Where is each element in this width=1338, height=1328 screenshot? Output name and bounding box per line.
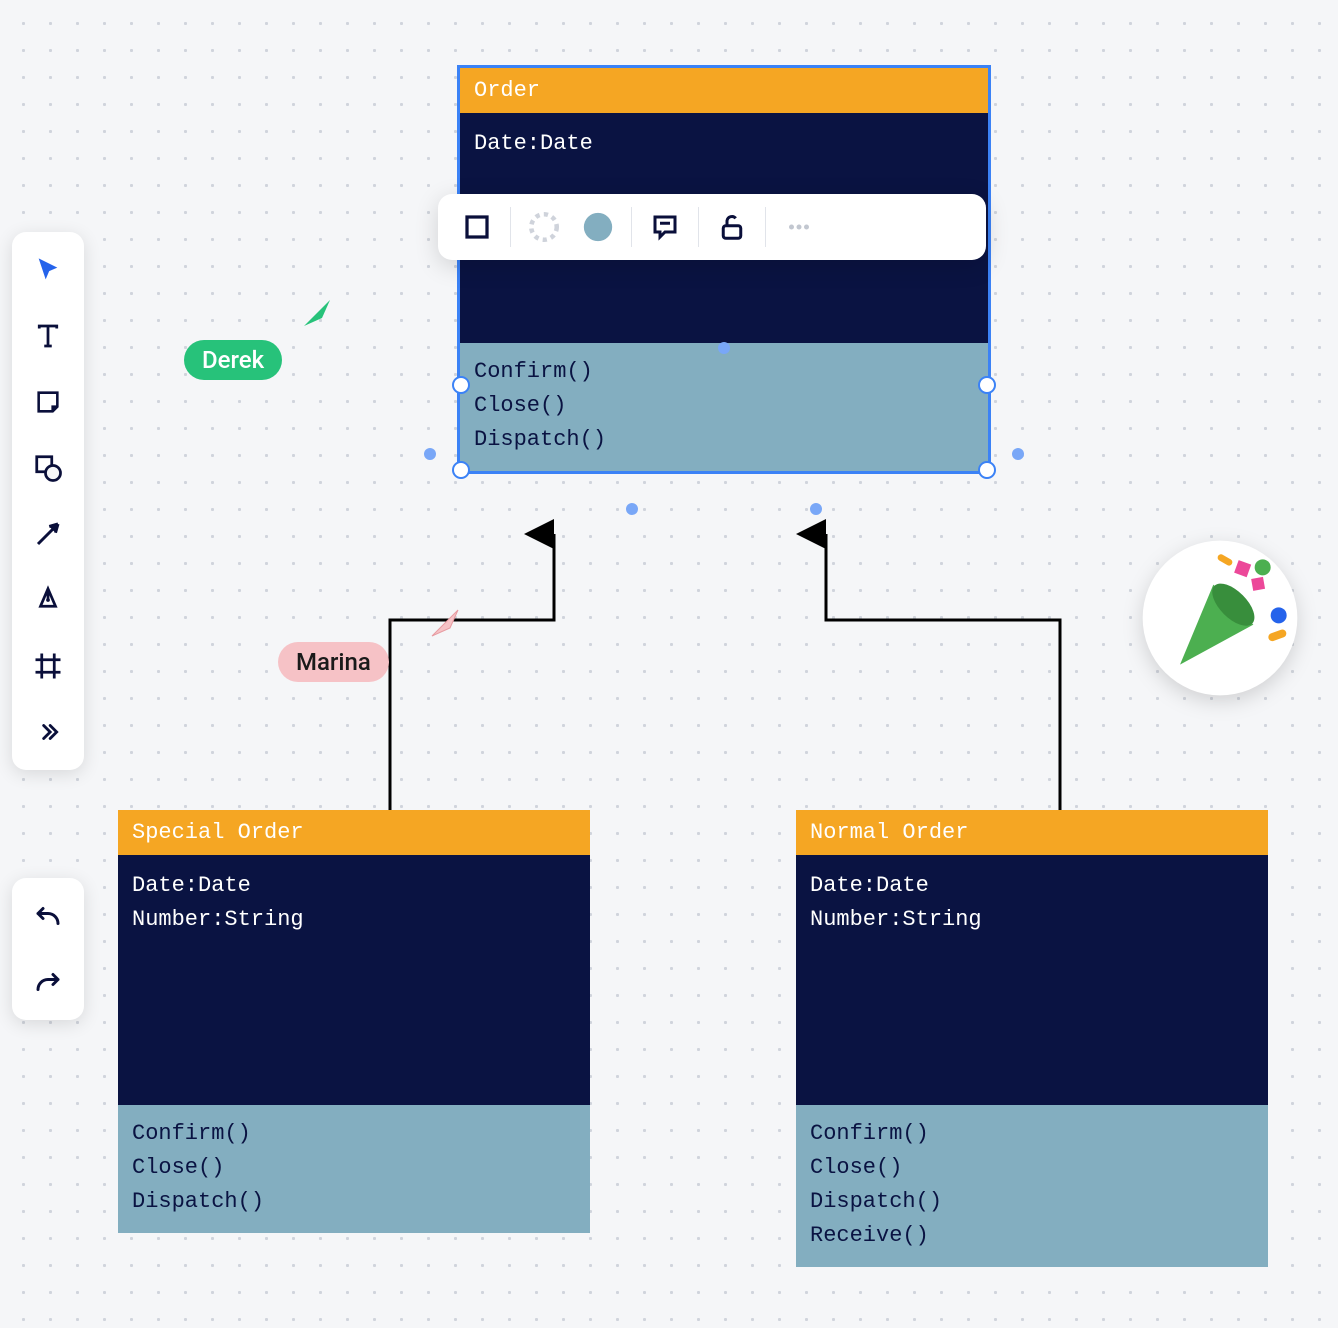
sticky-tool[interactable] xyxy=(24,378,72,426)
collaborator-label: Derek xyxy=(202,346,264,374)
fill-color-button[interactable] xyxy=(575,204,621,250)
uml-normal-title: Normal Order xyxy=(796,810,1268,855)
diagram-canvas[interactable]: Order Date:Date Confirm() Close() Dispat… xyxy=(0,0,1338,1328)
shape-style-button[interactable] xyxy=(454,204,500,250)
op-row: Confirm() xyxy=(810,1117,1254,1151)
uml-order[interactable]: Order Date:Date Confirm() Close() Dispat… xyxy=(460,68,988,471)
more-options-button[interactable] xyxy=(776,204,822,250)
uml-normal-attrs: Date:Date Number:String xyxy=(796,855,1268,1105)
attr-row: Number:String xyxy=(132,903,576,937)
op-row: Close() xyxy=(474,389,974,423)
uml-order-title: Order xyxy=(460,68,988,113)
uml-normal-order[interactable]: Normal Order Date:Date Number:String Con… xyxy=(796,810,1268,1267)
attr-row: Date:Date xyxy=(810,869,1254,903)
uml-special-attrs: Date:Date Number:String xyxy=(118,855,590,1105)
op-row: Dispatch() xyxy=(474,423,974,457)
op-row: Confirm() xyxy=(132,1117,576,1151)
uml-special-title: Special Order xyxy=(118,810,590,855)
pen-tool[interactable] xyxy=(24,576,72,624)
op-row: Dispatch() xyxy=(810,1185,1254,1219)
shape-tool[interactable] xyxy=(24,444,72,492)
selection-toolbar xyxy=(438,194,986,260)
uml-order-ops: Confirm() Close() Dispatch() xyxy=(460,343,988,471)
border-style-button[interactable] xyxy=(521,204,567,250)
uml-special-ops: Confirm() Close() Dispatch() xyxy=(118,1105,590,1233)
marina-cursor-badge: Marina xyxy=(278,642,389,682)
party-popper-sticker[interactable] xyxy=(1140,538,1300,702)
derek-cursor-badge: Derek xyxy=(184,340,282,380)
collaborator-label: Marina xyxy=(296,648,371,676)
op-row: Confirm() xyxy=(474,355,974,389)
op-row: Receive() xyxy=(810,1219,1254,1253)
unlock-button[interactable] xyxy=(709,204,755,250)
text-tool[interactable] xyxy=(24,312,72,360)
more-tools[interactable] xyxy=(24,708,72,756)
uml-special-order[interactable]: Special Order Date:Date Number:String Co… xyxy=(118,810,590,1233)
redo-button[interactable] xyxy=(24,958,72,1006)
attr-row: Number:String xyxy=(810,903,1254,937)
uml-normal-ops: Confirm() Close() Dispatch() Receive() xyxy=(796,1105,1268,1267)
marina-cursor-icon xyxy=(428,606,466,644)
attr-row: Date:Date xyxy=(132,869,576,903)
side-toolbar xyxy=(12,232,84,770)
op-row: Close() xyxy=(132,1151,576,1185)
select-tool[interactable] xyxy=(24,246,72,294)
undo-button[interactable] xyxy=(24,892,72,940)
op-row: Dispatch() xyxy=(132,1185,576,1219)
history-toolbar xyxy=(12,878,84,1020)
frame-tool[interactable] xyxy=(24,642,72,690)
arrow-tool[interactable] xyxy=(24,510,72,558)
attr-row: Date:Date xyxy=(474,127,974,161)
op-row: Close() xyxy=(810,1151,1254,1185)
comment-button[interactable] xyxy=(642,204,688,250)
derek-cursor-icon xyxy=(300,296,340,336)
